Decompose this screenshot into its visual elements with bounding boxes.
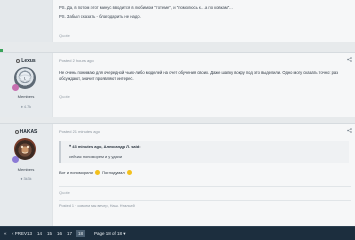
- post-count: ♦ 3k3k: [20, 177, 32, 181]
- online-status-icon: [14, 129, 19, 134]
- divider: [59, 186, 351, 187]
- smile-emoji-icon: [126, 170, 132, 175]
- page-link[interactable]: 14: [37, 231, 42, 236]
- post-content: Posted 2 hours ago Не очень понимаю для …: [52, 53, 355, 117]
- quote-link[interactable]: Quote: [59, 94, 70, 99]
- post-lexus: Lexus L Members ♦ 4.7k Posted 2 hours ag…: [0, 52, 355, 117]
- rank-badge-icon: [12, 84, 19, 91]
- pagination-bar: « ‹ PREV 13 14 15 16 17 18 Page 18 of 18…: [0, 226, 355, 240]
- post-content: Posted 21 minutes ago ❝ 43 minutes ago, …: [52, 124, 355, 226]
- post-author-panel: Lexus L Members ♦ 4.7k: [0, 53, 52, 117]
- emoji-icon: [95, 170, 101, 175]
- page-link[interactable]: 17: [67, 231, 72, 236]
- post-text: Не очень понимаю для очередной чьих-либо…: [59, 70, 339, 81]
- chevron-down-icon: ▾: [123, 231, 126, 236]
- reply-text: Вот и попоморили Поглодумал: [59, 170, 133, 175]
- username[interactable]: Lexus: [0, 58, 52, 64]
- quote-text: сейчас попоморем и у удачи: [69, 154, 123, 159]
- page-link[interactable]: 15: [47, 231, 52, 236]
- post-text-line: PS. Забыл сказать - благодарить не надо.: [59, 14, 141, 19]
- post-date[interactable]: Posted 2 hours ago: [59, 58, 94, 63]
- quote-link[interactable]: Quote: [59, 190, 70, 195]
- post-date[interactable]: Posted 21 minutes ago: [59, 129, 100, 134]
- double-chevron-left-icon[interactable]: «: [4, 231, 7, 236]
- post-hakas: HAKAS Members ♦ 3k3k Posted 21 minutes a…: [0, 123, 355, 226]
- page-link-current[interactable]: 18: [76, 230, 86, 237]
- prev-button[interactable]: ‹ PREV: [12, 231, 27, 236]
- previous-post-body: PS. Да, в потом этот минус вводится в лю…: [52, 0, 355, 42]
- post-text-line: PS. Да, в потом этот минус вводится в лю…: [59, 5, 233, 10]
- quote-link[interactable]: Quote: [59, 33, 70, 38]
- member-group: Members: [17, 94, 35, 99]
- post-count: ♦ 4.7k: [20, 105, 32, 109]
- member-group: Members: [17, 167, 35, 172]
- quote-author[interactable]: ❝ 43 minutes ago, Александр Л. said:: [69, 144, 141, 149]
- share-icon[interactable]: [347, 128, 352, 135]
- online-status-icon: [16, 58, 21, 63]
- page-link[interactable]: 16: [57, 231, 62, 236]
- page-jump-dropdown[interactable]: Page 18 of 18 ▾: [94, 231, 126, 237]
- share-icon[interactable]: [347, 57, 352, 64]
- username[interactable]: HAKAS: [0, 129, 52, 135]
- page-link[interactable]: 13: [27, 231, 32, 236]
- previous-post-strip: PS. Да, в потом этот минус вводится в лю…: [0, 0, 355, 42]
- edited-note: Posted 1 · совсем мы вечер, Наш. Hтальей: [59, 204, 135, 208]
- svg-text:L: L: [24, 76, 27, 81]
- divider: [59, 200, 351, 201]
- rank-badge-icon: [12, 156, 19, 163]
- quote-block: ❝ 43 minutes ago, Александр Л. said: сей…: [59, 141, 349, 163]
- post-author-panel: HAKAS Members ♦ 3k3k: [0, 124, 52, 226]
